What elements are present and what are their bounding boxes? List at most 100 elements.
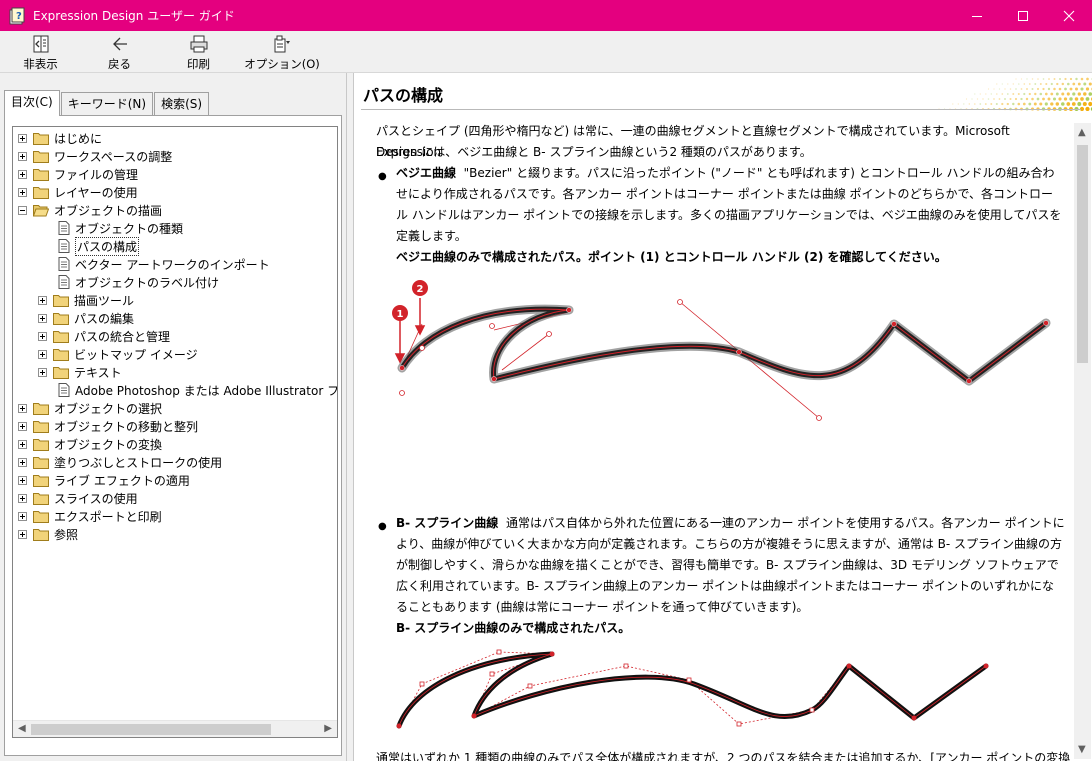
- bezier-line-3: ル ハンドルはアンカー ポイントでの接線を示します。多くの描画アプリケーションで…: [396, 208, 1062, 222]
- printer-icon: [190, 35, 207, 53]
- expand-plus-icon[interactable]: [18, 511, 27, 521]
- bezier-line-2: せにより作成されるパスです。各アンカー ポイントはコーナー ポイントまたは曲線 …: [396, 187, 1054, 201]
- tree-item[interactable]: 塗りつぶしとストロークの使用: [18, 453, 222, 471]
- tree-item[interactable]: オブジェクトの種類: [58, 219, 183, 237]
- callout-1-label: 1: [397, 309, 404, 320]
- tree-item-label: 描画ツール: [74, 293, 135, 308]
- tree-item[interactable]: ベクター アートワークのインポート: [58, 255, 270, 273]
- tab-search[interactable]: 検索(S): [154, 92, 210, 116]
- tree-item-label: オブジェクトの変換: [54, 437, 163, 452]
- tree-scroll-thumb[interactable]: [31, 724, 271, 735]
- folder-open-icon: [33, 204, 49, 216]
- tree-item-label: 参照: [54, 527, 79, 542]
- folder-icon: [33, 132, 49, 145]
- tab-keyword[interactable]: キーワード(N): [60, 92, 154, 116]
- tree-item[interactable]: オブジェクトの選択: [18, 399, 162, 417]
- tree-item[interactable]: パスの統合と管理: [38, 327, 170, 345]
- expand-plus-icon[interactable]: [18, 421, 27, 431]
- topic-vertical-scrollbar[interactable]: ▲ ▼: [1074, 123, 1091, 759]
- tree-item-label: エクスポートと印刷: [54, 509, 162, 524]
- expand-plus-icon[interactable]: [18, 403, 27, 413]
- expand-plus-icon[interactable]: [38, 331, 47, 341]
- tab-contents[interactable]: 目次(C): [4, 90, 60, 116]
- tree-item[interactable]: オブジェクトの描画: [18, 201, 162, 219]
- bspline-line-3: が制御しやすく、滑らかな曲線を描くことができ、習得も簡単です。B- スプライン曲…: [396, 558, 1059, 572]
- scroll-down-icon[interactable]: ▼: [1078, 744, 1086, 755]
- expand-plus-icon[interactable]: [18, 457, 27, 467]
- expand-plus-icon[interactable]: [38, 367, 47, 377]
- window-title: Expression Design ユーザー ガイド: [33, 9, 235, 23]
- bspline-text-1: 通常はパス自体から外れた位置にある一連のアンカー ポイントを使用するパス。各アン…: [505, 516, 1065, 530]
- document-page-icon: [58, 257, 70, 271]
- expand-plus-icon[interactable]: [18, 493, 27, 503]
- title-bar: ? Expression Design ユーザー ガイド: [0, 0, 1092, 31]
- tree-item[interactable]: オブジェクトの変換: [18, 435, 162, 453]
- back-button[interactable]: 戻る: [80, 31, 159, 73]
- options-button[interactable]: オプション(O): [238, 31, 326, 73]
- tree-item[interactable]: はじめに: [18, 129, 102, 147]
- tree-item-label: はじめに: [54, 131, 103, 146]
- close-button[interactable]: [1046, 0, 1092, 31]
- tree-item[interactable]: パスの編集: [38, 309, 134, 327]
- back-label: 戻る: [108, 57, 131, 71]
- tree-item[interactable]: エクスポートと印刷: [18, 507, 162, 525]
- folder-icon: [53, 312, 69, 325]
- expand-plus-icon[interactable]: [38, 295, 47, 305]
- tree-horizontal-scrollbar[interactable]: ◀ ▶: [13, 720, 337, 737]
- tree-item-label: パスの構成: [75, 236, 140, 256]
- folder-icon: [33, 456, 49, 469]
- bspline-line-1: B- スプライン曲線 通常はパス自体から外れた位置にある一連のアンカー ポイント…: [396, 513, 1074, 534]
- tree-item[interactable]: パスの構成: [58, 236, 140, 256]
- tree-item[interactable]: ワークスペースの調整: [18, 147, 172, 165]
- bspline-path-stroke: [396, 651, 989, 729]
- bezier-path-stroke: [397, 304, 1051, 386]
- expand-plus-icon[interactable]: [18, 133, 27, 143]
- expand-plus-icon[interactable]: [38, 313, 47, 323]
- print-button[interactable]: 印刷: [159, 31, 238, 73]
- tree-item[interactable]: Adobe Photoshop または Adobe Illustrator ファ…: [58, 381, 337, 399]
- expand-plus-icon[interactable]: [18, 475, 27, 485]
- navigation-pane: 目次(C) キーワード(N) 検索(S) ◀ ▶ はじめに ワークスペースの調整フ…: [0, 73, 347, 761]
- expand-plus-icon[interactable]: [18, 187, 27, 197]
- tree-item-label: オブジェクトの移動と整列: [54, 419, 199, 434]
- header-dots-decoration: [938, 77, 1092, 111]
- bezier-text-1: "Bezier" と綴ります。パスに沿ったポイント ("ノード" とも呼ばれます…: [463, 166, 1055, 180]
- nav-tabs: 目次(C) キーワード(N) 検索(S): [4, 90, 210, 116]
- tree-item[interactable]: テキスト: [38, 363, 122, 381]
- tree-item[interactable]: スライスの使用: [18, 489, 138, 507]
- scroll-up-icon[interactable]: ▲: [1078, 127, 1086, 138]
- tree-item[interactable]: 描画ツール: [38, 291, 134, 309]
- folder-icon: [53, 330, 69, 343]
- expand-plus-icon[interactable]: [18, 169, 27, 179]
- tree-item[interactable]: オブジェクトの移動と整列: [18, 417, 198, 435]
- tree-item[interactable]: ライブ エフェクトの適用: [18, 471, 190, 489]
- hide-button[interactable]: 非表示: [1, 31, 80, 73]
- bullet-icon: ●: [378, 521, 387, 532]
- hide-label: 非表示: [23, 57, 58, 71]
- tree-item[interactable]: レイヤーの使用: [18, 183, 138, 201]
- folder-icon: [53, 348, 69, 361]
- topic-scroll-thumb[interactable]: [1077, 145, 1088, 363]
- scroll-left-icon[interactable]: ◀: [18, 723, 26, 734]
- print-label: 印刷: [187, 57, 210, 71]
- document-page-icon: [58, 239, 70, 253]
- expand-plus-icon[interactable]: [38, 349, 47, 359]
- tree-item[interactable]: ビットマップ イメージ: [38, 345, 198, 363]
- callout-2-label: 2: [417, 284, 424, 295]
- hide-pane-icon: [33, 35, 48, 53]
- collapse-minus-icon[interactable]: [18, 205, 27, 215]
- minimize-button[interactable]: [954, 0, 1000, 31]
- bspline-line-5: ることもあります (曲線は常にコーナー ポイントを通って伸びていきます)。: [396, 600, 809, 614]
- expand-plus-icon[interactable]: [18, 439, 27, 449]
- folder-icon: [33, 510, 49, 523]
- tree-item[interactable]: オブジェクトのラベル付け: [58, 273, 219, 291]
- maximize-button[interactable]: [1000, 0, 1046, 31]
- tree-item[interactable]: 参照: [18, 525, 78, 543]
- expand-plus-icon[interactable]: [18, 151, 27, 161]
- tree-item-label: ライブ エフェクトの適用: [54, 473, 190, 488]
- tree-item[interactable]: ファイルの管理: [18, 165, 138, 183]
- scroll-right-icon[interactable]: ▶: [324, 723, 332, 734]
- callout-1: 1: [392, 305, 408, 321]
- expand-plus-icon[interactable]: [18, 529, 27, 539]
- tree-item-label: パスの統合と管理: [74, 329, 171, 344]
